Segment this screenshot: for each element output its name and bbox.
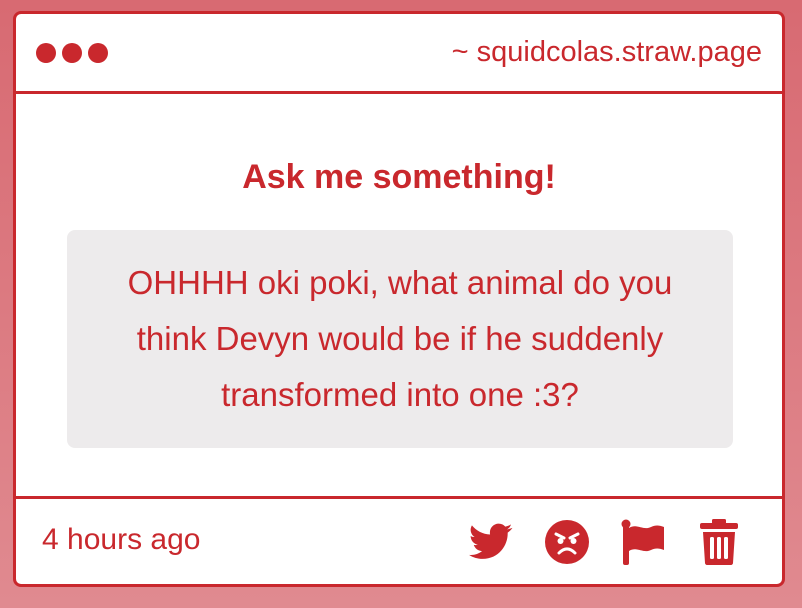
timestamp: 4 hours ago [42,523,201,556]
delete-button[interactable] [696,519,742,565]
main-content: Ask me something! OHHHH oki poki, what a… [16,94,782,502]
question-text: OHHHH oki poki, what animal do you think… [127,264,673,413]
report-button[interactable] [544,519,590,565]
page-title: Ask me something! [242,158,556,196]
action-bar [468,519,742,565]
flag-icon [621,519,664,565]
share-twitter-button[interactable] [468,519,514,565]
ask-card: ~ squidcolas.straw.page Ask me something… [13,11,785,587]
window-dot [88,43,108,63]
window-dot [62,43,82,63]
card-footer: 4 hours ago [16,496,782,584]
trash-icon [700,519,738,565]
twitter-icon [469,523,513,559]
window-titlebar: ~ squidcolas.straw.page [16,14,782,94]
window-controls [36,43,108,63]
site-address[interactable]: ~ squidcolas.straw.page [452,34,762,70]
window-dot [36,43,56,63]
question-box: OHHHH oki poki, what animal do you think… [67,230,733,448]
flag-button[interactable] [620,519,666,565]
angry-face-icon [545,520,589,564]
